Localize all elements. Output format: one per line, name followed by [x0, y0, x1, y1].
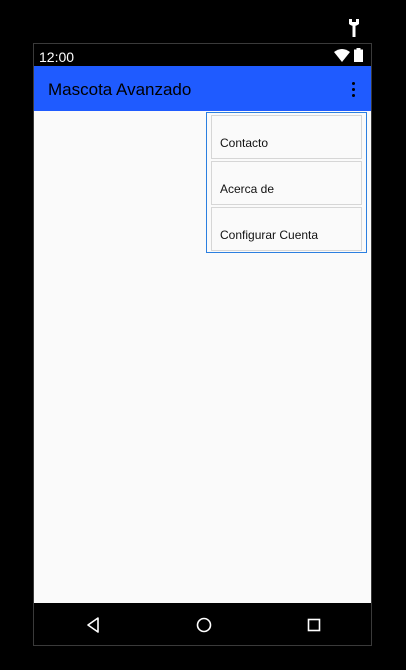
- app-title: Mascota Avanzado: [48, 80, 192, 99]
- back-triangle-icon[interactable]: [84, 615, 104, 635]
- menu-item-contacto[interactable]: Contacto: [211, 115, 362, 159]
- overflow-dot: [351, 81, 355, 85]
- menu-item-label: Configurar Cuenta: [220, 228, 319, 242]
- app-bar: Mascota Avanzado: [34, 66, 371, 111]
- recents-square-icon[interactable]: [304, 615, 324, 635]
- status-bar: 12:00: [34, 44, 371, 66]
- battery-icon: [354, 48, 363, 62]
- status-time: 12:00: [39, 49, 75, 65]
- more-vert-icon[interactable]: [345, 78, 361, 100]
- menu-item-configurar-cuenta[interactable]: Configurar Cuenta: [211, 207, 362, 251]
- wrench-icon: [349, 19, 359, 37]
- overflow-menu: Contacto Acerca de Configurar Cuenta: [206, 112, 367, 253]
- menu-item-label: Contacto: [220, 136, 269, 150]
- overflow-dot: [351, 93, 355, 97]
- menu-item-label: Acerca de: [220, 182, 275, 196]
- device-frame: 12:00 Mascota Avanzado Contacto Acerca d…: [33, 43, 372, 646]
- status-icons: [334, 48, 363, 62]
- menu-item-acerca-de[interactable]: Acerca de: [211, 161, 362, 205]
- wifi-icon: [334, 48, 350, 62]
- navigation-bar: [34, 603, 371, 645]
- home-circle-icon[interactable]: [194, 615, 214, 635]
- overflow-dot: [351, 87, 355, 91]
